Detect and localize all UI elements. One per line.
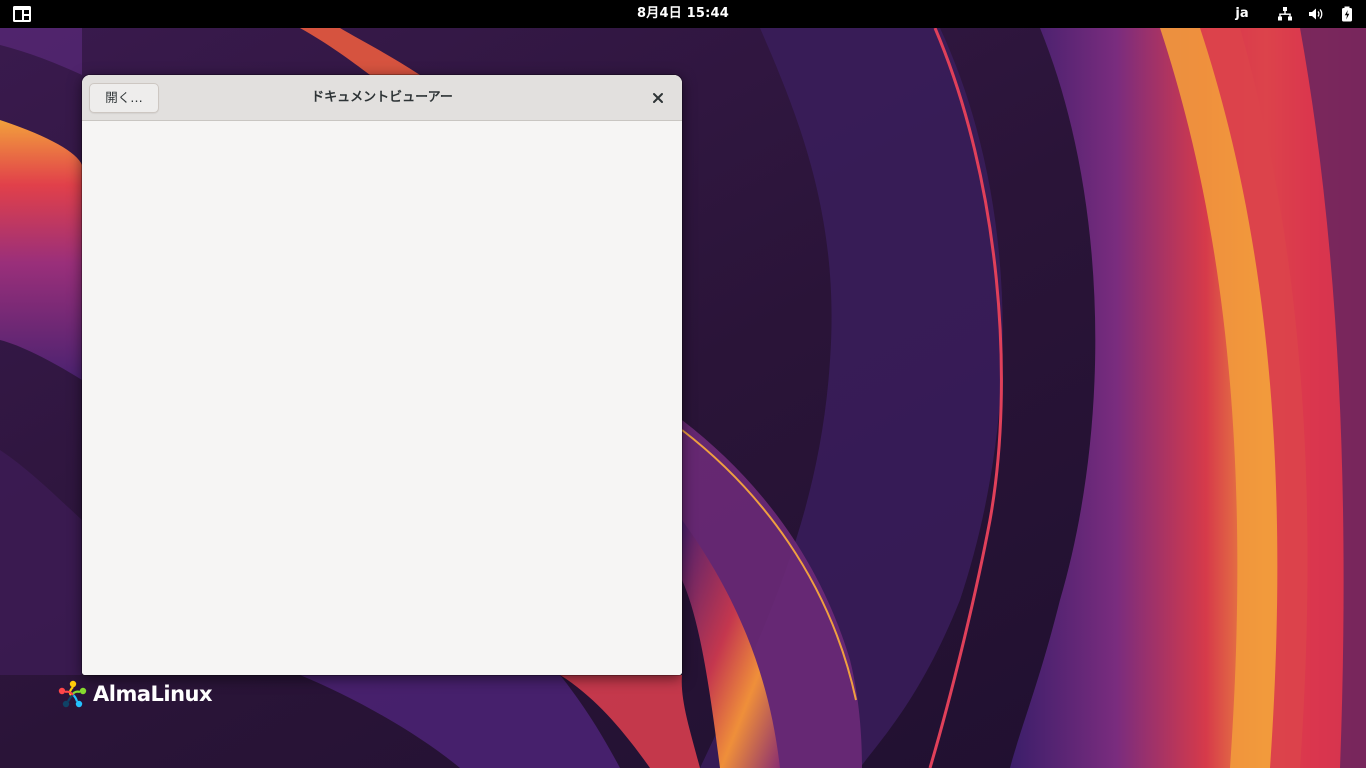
close-icon — [653, 93, 663, 103]
input-language-indicator[interactable]: ja — [1230, 0, 1254, 28]
window-title: ドキュメントビューアー — [311, 90, 453, 105]
volume-icon — [1307, 5, 1325, 23]
open-button[interactable]: 開く… — [89, 83, 159, 113]
clock-label[interactable]: 8月4日 15:44 — [637, 6, 729, 21]
desktop: 8月4日 15:44 ja 開く… ドキュメントビューアー AlmaLinux — [0, 0, 1366, 768]
almalinux-logo: AlmaLinux — [57, 677, 213, 711]
header-bar: 開く… ドキュメントビューアー — [82, 75, 682, 121]
almalinux-logo-text: AlmaLinux — [93, 682, 213, 706]
almalinux-logo-icon — [58, 680, 87, 708]
document-area — [82, 121, 682, 675]
battery-charging-icon — [1338, 5, 1356, 23]
activities-button[interactable] — [9, 4, 35, 24]
activities-grid-icon — [13, 6, 31, 22]
document-viewer-window: 開く… ドキュメントビューアー — [82, 75, 682, 675]
top-bar: 8月4日 15:44 ja — [0, 0, 1366, 28]
system-status-area[interactable] — [1276, 4, 1356, 24]
close-button[interactable] — [646, 86, 670, 110]
clock: 8月4日 15:44 — [0, 0, 1366, 28]
network-wired-icon — [1276, 5, 1294, 23]
